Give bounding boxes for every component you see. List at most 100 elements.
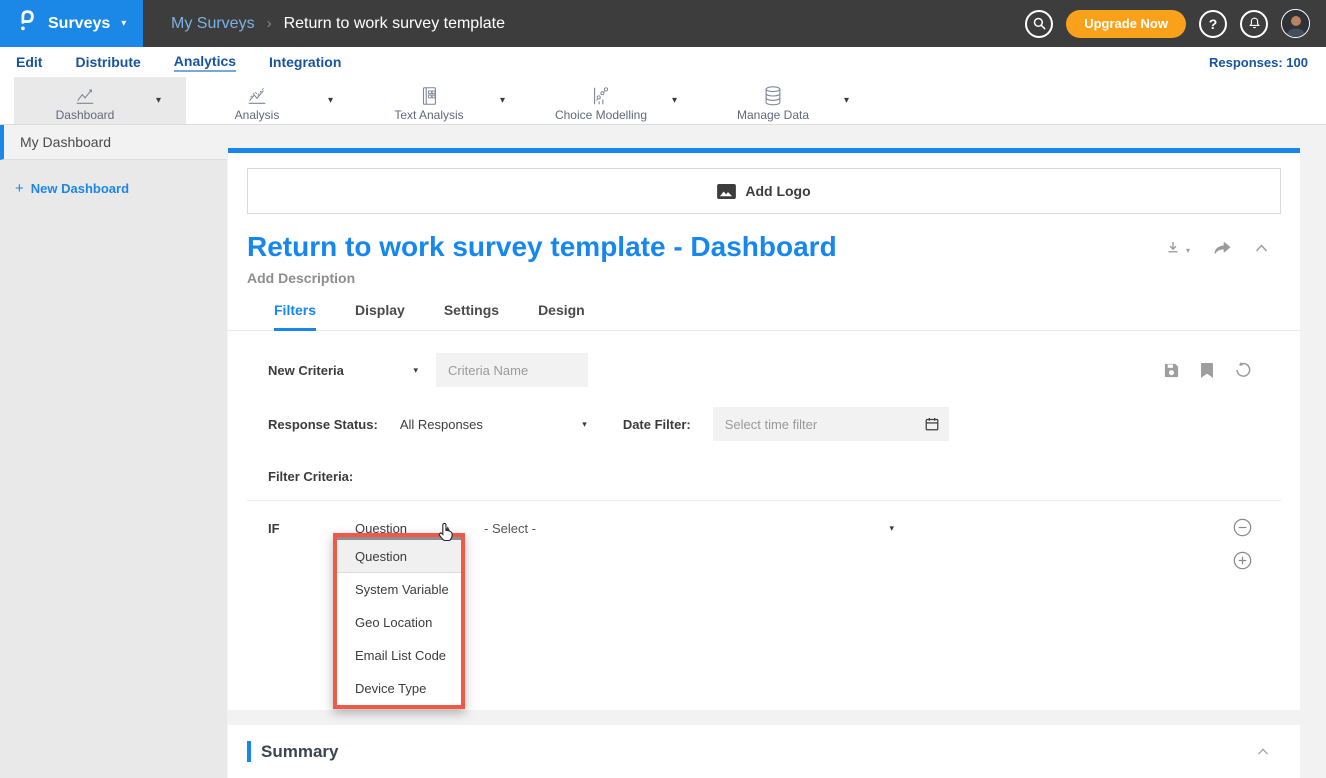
brand-label: Surveys [48,15,110,33]
caret-down-icon[interactable]: ▾ [844,95,874,106]
breadcrumb-current: Return to work survey template [284,15,505,33]
tab-filters[interactable]: Filters [274,302,316,331]
new-dashboard-button[interactable]: + New Dashboard [15,180,227,197]
tab-display[interactable]: Display [355,302,405,330]
dropdown-option-system-variable[interactable]: System Variable [337,573,461,606]
nav-item-analytics[interactable]: Analytics [174,52,236,72]
nav-item-distribute[interactable]: Distribute [75,53,140,71]
minus-circle-icon [1233,518,1252,537]
nav-item-integration[interactable]: Integration [269,53,341,71]
search-icon [1032,16,1047,31]
summary-accent-bar [247,741,251,762]
criteria-type-select[interactable]: New Criteria ▾ [268,363,418,378]
share-button[interactable] [1212,240,1232,256]
toolbar-label: Choice Modelling [555,108,647,122]
product-switcher[interactable]: Surveys ▾ [0,0,143,47]
collapse-card-button[interactable] [1254,243,1269,253]
response-status-row: Response Status: All Responses ▾ Date Fi… [268,407,1260,441]
criteria-name-input[interactable] [436,353,588,387]
share-arrow-icon [1212,240,1232,256]
workspace: My Dashboard + New Dashboard Add Logo Re… [0,125,1326,778]
if-question-select[interactable]: - Select - ▾ [484,521,894,536]
date-filter-input[interactable] [713,407,924,441]
user-avatar[interactable] [1281,9,1310,38]
toolbar-item-analysis[interactable]: Analysis ▾ [186,77,358,124]
chevron-up-icon [1254,243,1269,253]
choice-modelling-icon [588,85,614,107]
caret-down-icon: ▾ [413,365,418,376]
avatar-photo-icon [1282,10,1310,38]
help-button[interactable]: ? [1199,10,1227,38]
search-button[interactable] [1025,10,1053,38]
calendar-icon[interactable] [924,416,940,432]
page-title: Return to work survey template - Dashboa… [247,231,1164,263]
caret-down-icon: ▾ [1186,246,1190,257]
dashboard-sidebar: My Dashboard + New Dashboard [0,125,227,778]
settings-tabs: Filters Display Settings Design [228,302,1300,331]
tab-design[interactable]: Design [538,302,585,330]
filter-criteria-label: Filter Criteria: [268,469,1260,484]
upgrade-now-button[interactable]: Upgrade Now [1066,10,1186,38]
date-filter-field[interactable] [713,407,949,441]
sidebar-item-my-dashboard[interactable]: My Dashboard [0,125,227,160]
save-criteria-button[interactable] [1163,362,1180,379]
breadcrumb-separator: › [267,15,272,32]
toolbar-item-manage-data[interactable]: Manage Data ▾ [702,77,874,124]
plus-icon: + [15,180,24,197]
tab-settings[interactable]: Settings [444,302,499,330]
image-icon [717,184,736,199]
add-logo-label: Add Logo [745,183,810,199]
add-logo-dropzone[interactable]: Add Logo [247,168,1281,214]
survey-nav: Edit Distribute Analytics Integration Re… [0,47,1326,77]
if-type-dropdown-menu: Question System Variable Geo Location Em… [333,533,465,709]
add-description-field[interactable]: Add Description [247,270,1281,286]
database-icon [760,85,786,107]
summary-card: Summary [228,725,1300,778]
toolbar-label: Text Analysis [394,108,463,122]
download-button[interactable] [1164,239,1182,257]
caret-down-icon[interactable]: ▾ [672,95,702,106]
analytics-toolbar: Dashboard ▾ Analysis ▾ Text Analysis [0,77,1326,125]
add-condition-button[interactable] [1233,551,1252,570]
text-analysis-icon [416,85,442,107]
notifications-button[interactable] [1240,10,1268,38]
caret-down-icon: ▾ [889,523,894,534]
card-accent-bar [228,148,1300,153]
collapse-summary-button[interactable] [1256,747,1270,756]
toolbar-item-dashboard[interactable]: Dashboard ▾ [14,77,186,124]
response-status-value: All Responses [400,417,483,432]
dropdown-option-email-list-code[interactable]: Email List Code [337,639,461,672]
save-icon [1163,362,1180,379]
toolbar-item-text-analysis[interactable]: Text Analysis ▾ [358,77,530,124]
toolbar-item-choice-modelling[interactable]: Choice Modelling ▾ [530,77,702,124]
download-icon [1164,239,1182,257]
caret-down-icon[interactable]: ▾ [500,95,530,106]
dropdown-option-question[interactable]: Question [337,540,461,573]
remove-condition-button[interactable] [1233,518,1252,537]
response-status-label: Response Status: [268,417,378,432]
notification-bell-icon [1247,16,1262,31]
date-filter-label: Date Filter: [623,417,691,432]
breadcrumb-parent[interactable]: My Surveys [171,15,255,33]
dropdown-option-geo-location[interactable]: Geo Location [337,606,461,639]
chevron-up-icon [1256,747,1270,756]
criteria-row: New Criteria ▾ [268,353,1260,387]
toolbar-label: Analysis [235,108,280,122]
dropdown-option-device-type[interactable]: Device Type [337,672,461,705]
response-status-select[interactable]: All Responses ▾ [400,417,587,432]
caret-down-icon[interactable]: ▾ [156,95,186,106]
caret-down-icon[interactable]: ▾ [328,95,358,106]
top-header: Surveys ▾ My Surveys › Return to work su… [0,0,1326,47]
reset-refresh-icon [1234,361,1252,379]
new-dashboard-label: New Dashboard [31,181,129,196]
bookmark-criteria-button[interactable] [1200,362,1214,379]
questionpro-logo-icon [15,7,39,40]
bookmark-icon [1200,362,1214,379]
plus-circle-icon [1233,551,1252,570]
condition-row-actions [1233,518,1252,570]
if-question-value: - Select - [484,521,536,536]
dashboard-chart-icon [72,85,98,107]
reset-criteria-button[interactable] [1234,361,1252,379]
toolbar-label: Manage Data [737,108,809,122]
nav-item-edit[interactable]: Edit [16,53,42,71]
